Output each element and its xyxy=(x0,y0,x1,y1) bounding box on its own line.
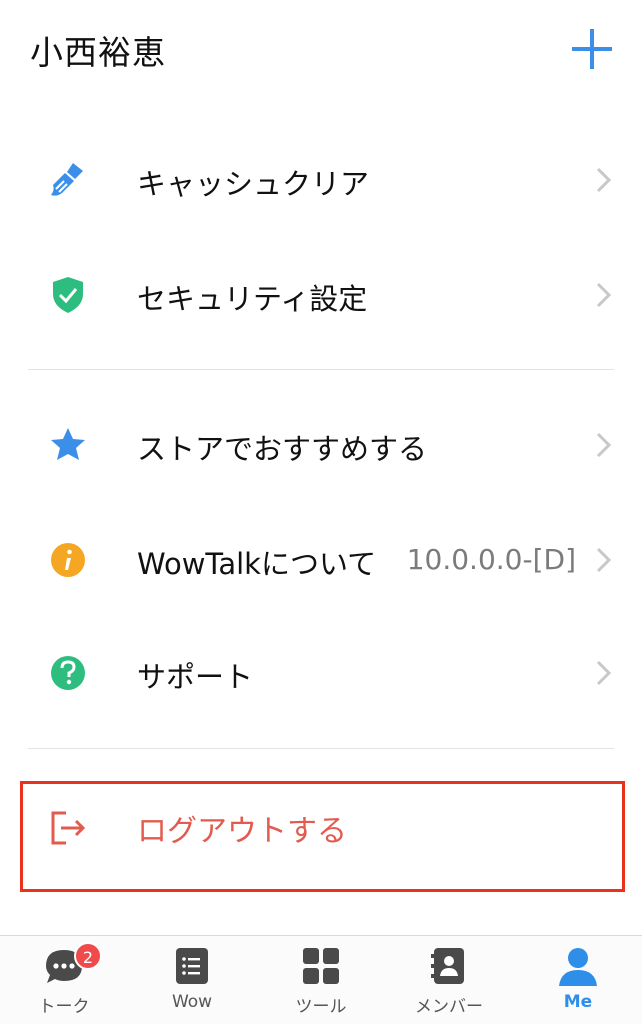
chevron-right-icon xyxy=(594,431,614,459)
menu-item-label: キャッシュクリア xyxy=(137,167,370,201)
plus-icon xyxy=(572,29,612,69)
chevron-right-icon xyxy=(594,659,614,687)
info-icon xyxy=(47,539,89,581)
logout-icon xyxy=(48,808,88,848)
shield-check-icon xyxy=(47,274,89,316)
header: 小西裕恵 xyxy=(0,0,642,100)
list-icon xyxy=(170,944,214,988)
version-value: 10.0.0.0-[D] xyxy=(406,543,576,576)
menu-item-security[interactable]: セキュリティ設定 xyxy=(0,245,642,345)
tab-members[interactable]: メンバー xyxy=(385,936,513,1024)
tab-label: メンバー xyxy=(415,997,483,1017)
tab-label: Me xyxy=(563,992,593,1012)
logout-button[interactable]: ログアウトする xyxy=(0,778,642,888)
chevron-right-icon xyxy=(594,281,614,309)
grid-icon xyxy=(299,944,343,988)
unread-badge: 2 xyxy=(74,942,102,970)
broom-icon xyxy=(47,159,89,201)
tab-wow[interactable]: Wow xyxy=(128,936,256,1024)
tab-talk[interactable]: 2 トーク xyxy=(0,936,128,1024)
contact-book-icon xyxy=(427,944,471,988)
tab-me[interactable]: Me xyxy=(514,936,642,1024)
logout-label: ログアウトする xyxy=(137,814,347,849)
tab-tools[interactable]: ツール xyxy=(257,936,385,1024)
add-button[interactable] xyxy=(570,27,614,71)
divider xyxy=(28,369,614,370)
chevron-right-icon xyxy=(594,546,614,574)
menu-item-label: WowTalkについて xyxy=(137,547,377,581)
page-title: 小西裕恵 xyxy=(30,33,166,72)
menu-item-label: ストアでおすすめする xyxy=(137,432,428,466)
menu-item-label: セキュリティ設定 xyxy=(137,282,368,316)
question-icon xyxy=(47,652,89,694)
star-icon xyxy=(47,424,89,466)
menu-item-cache-clear[interactable]: キャッシュクリア xyxy=(0,130,642,230)
menu-item-about[interactable]: WowTalkについて 10.0.0.0-[D] xyxy=(0,510,642,610)
menu-item-support[interactable]: サポート xyxy=(0,623,642,723)
menu-item-store-recommend[interactable]: ストアでおすすめする xyxy=(0,395,642,495)
tab-label: ツール xyxy=(295,997,347,1017)
menu-item-label: サポート xyxy=(137,660,254,694)
tab-label: Wow xyxy=(171,992,213,1012)
divider xyxy=(28,748,614,749)
tab-bar: 2 トーク Wow ツール メンバー Me xyxy=(0,935,642,1024)
chevron-right-icon xyxy=(594,166,614,194)
tab-label: トーク xyxy=(38,997,90,1017)
person-icon xyxy=(556,944,600,988)
